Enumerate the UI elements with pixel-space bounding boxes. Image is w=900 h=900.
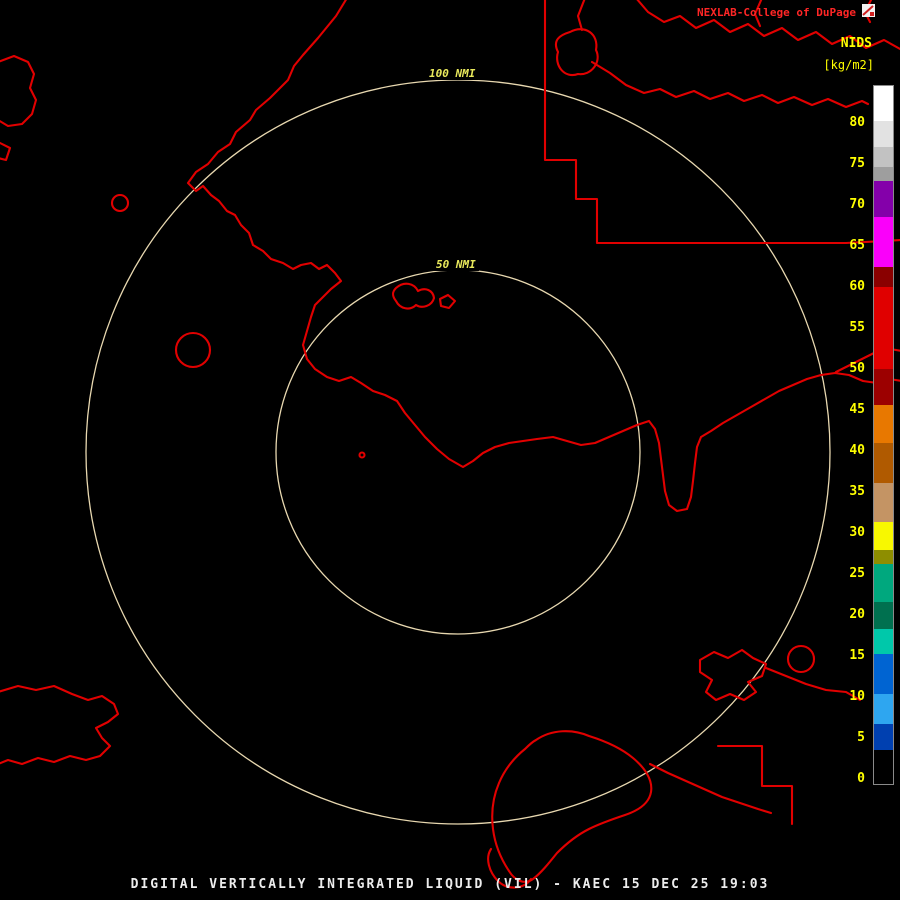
- colorbar-segment: [874, 267, 893, 287]
- island-left-small: [0, 141, 12, 162]
- colorbar-segment: [874, 724, 893, 750]
- colorbar-segment: [874, 167, 893, 181]
- range-ring-100nmi: [85, 79, 831, 825]
- island-circle-small: [110, 193, 130, 213]
- range-ring-label-50nmi: 50 NMI: [433, 258, 479, 271]
- state-boundary-steps-top: [543, 0, 848, 245]
- lake-center-small: [438, 293, 457, 310]
- colorbar-segment: [874, 217, 893, 267]
- footer-caption: DIGITAL VERTICALLY INTEGRATED LIQUID (VI…: [130, 877, 770, 892]
- colorbar-tick-label: 70: [849, 197, 865, 212]
- colorbar-segment: [874, 405, 893, 443]
- colorbar-tick-label: 0: [857, 771, 865, 786]
- colorbar-tick-label: 20: [849, 607, 865, 622]
- lake-top-right: [554, 28, 599, 77]
- colorbar-tick-label: 35: [849, 484, 865, 499]
- colorbar-tick-label: 15: [849, 648, 865, 663]
- colorbar-segment: [874, 694, 893, 724]
- radar-display: 100 NMI 50 NMI NEXLAB-College of DuPage …: [0, 0, 900, 900]
- range-rings: [85, 79, 831, 825]
- branding-text: NEXLAB-College of DuPage: [697, 6, 856, 19]
- colorbar-segment: [874, 602, 893, 629]
- colorbar-segment: [874, 483, 893, 522]
- colorbar: [873, 85, 894, 785]
- colorbar-segment: [874, 181, 893, 217]
- colorbar-segment: [874, 443, 893, 483]
- islet-dot: [358, 451, 366, 459]
- colorbar-tick-label: 60: [849, 279, 865, 294]
- colorbar-tick-label: 10: [849, 689, 865, 704]
- colorbar-segment: [874, 564, 893, 602]
- colorbar-tick-label: 80: [849, 115, 865, 130]
- colorbar-segment: [874, 654, 893, 694]
- colorbar-segment: [874, 629, 893, 654]
- state-boundary-steps-bottom: [716, 744, 794, 826]
- colorbar-tick-label: 65: [849, 238, 865, 253]
- colorbar-segment: [874, 147, 893, 167]
- range-ring-50nmi: [275, 269, 641, 635]
- colorbar-segment: [874, 369, 893, 405]
- colorbar-segment: [874, 121, 893, 147]
- colorbar-segment: [874, 750, 893, 784]
- colorbar-segment: [874, 287, 893, 369]
- colorbar-tick-label: 30: [849, 525, 865, 540]
- colorbar-tick-label: 40: [849, 443, 865, 458]
- island-circle-mid: [174, 331, 212, 369]
- map-outlines: [0, 0, 900, 889]
- colorbar-tick-label: 55: [849, 320, 865, 335]
- colorbar-segment: [874, 522, 893, 550]
- island-circle-right: [786, 644, 816, 674]
- colorbar-tick-label: 75: [849, 156, 865, 171]
- range-ring-label-100nmi: 100 NMI: [426, 67, 479, 80]
- colorbar-segment: [874, 550, 893, 564]
- product-code-label: NIDS: [840, 36, 872, 51]
- units-label: [kg/m2]: [823, 58, 874, 72]
- lakes-center: [391, 282, 436, 310]
- colorbar-ticks: 80 75 70 65 60 55 50 45 40 35 30 25 20 15 10 5 0: [830, 102, 868, 799]
- colorbar-tick-label: 5: [857, 730, 865, 745]
- colorbar-tick-label: 25: [849, 566, 865, 581]
- coastline-bottom-east: [648, 762, 773, 815]
- river-connector-1: [576, 0, 586, 32]
- colorbar-segment: [874, 86, 893, 121]
- coastline-bottom-left: [0, 684, 120, 766]
- radar-map: [0, 0, 900, 889]
- colorbar-tick-label: 50: [849, 361, 865, 376]
- island-left-top: [0, 54, 38, 128]
- cod-logo-icon: [862, 4, 875, 17]
- colorbar-tick-label: 45: [849, 402, 865, 417]
